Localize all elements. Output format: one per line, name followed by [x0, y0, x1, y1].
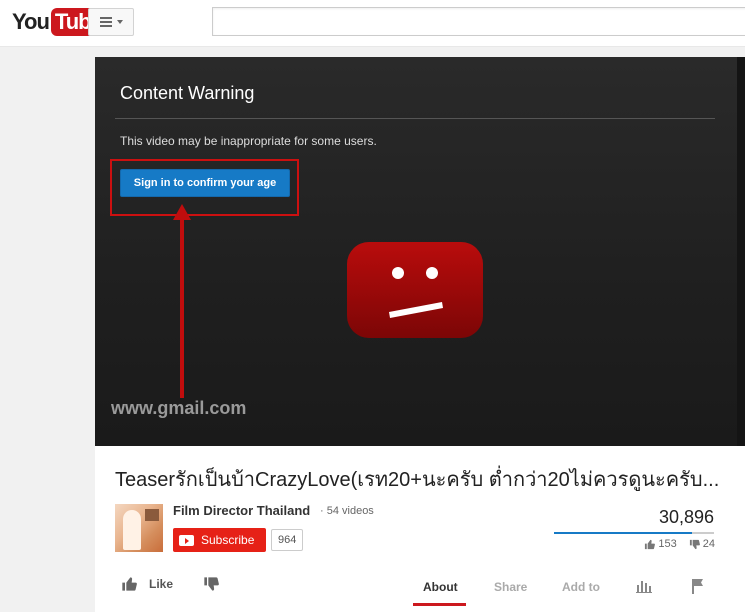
like-label: Like: [149, 577, 174, 591]
thumbs-up-icon: [645, 539, 656, 549]
player-edge: [737, 57, 745, 446]
subscriber-count: 964: [271, 529, 304, 551]
watermark-text: www.gmail.com: [111, 398, 247, 418]
video-title: Teaserรักเป็นบ้าCrazyLove(เรท20+นะครับ ต…: [115, 469, 720, 491]
video-info-card: Teaserรักเป็นบ้าCrazyLove(เรท20+นะครับ ต…: [95, 446, 745, 612]
guide-button[interactable]: [88, 8, 134, 36]
logo-you-text: You: [12, 9, 50, 34]
like-ratio-fill: [554, 532, 693, 534]
content-warning-title: Content Warning: [120, 83, 255, 103]
masthead: You Tube: [0, 0, 745, 47]
tab-about[interactable]: About: [423, 580, 458, 594]
action-bar: Like About Share Add to: [95, 564, 745, 608]
like-button[interactable]: Like: [121, 576, 173, 592]
channel-video-count[interactable]: · 54 videos: [320, 505, 374, 517]
view-count: 30,896: [658, 507, 714, 527]
likes-summary: 153 24: [635, 538, 715, 550]
stats-icon[interactable]: [636, 579, 652, 593]
tab-add-to[interactable]: Add to: [562, 580, 600, 594]
active-tab-indicator: [413, 603, 466, 606]
chevron-down-icon: [116, 20, 123, 24]
thumbs-down-icon: [204, 577, 219, 591]
youtube-play-icon: [179, 534, 194, 546]
channel-avatar[interactable]: [115, 504, 163, 552]
menu-icon: [99, 17, 112, 27]
like-ratio-bar: [554, 532, 714, 534]
subscribe-button[interactable]: Subscribe: [173, 528, 266, 552]
like-count: 153: [658, 538, 677, 550]
subscribe-label: Subscribe: [201, 533, 255, 547]
divider: [115, 118, 715, 119]
thumbs-down-icon: [689, 539, 700, 549]
tab-share[interactable]: Share: [494, 580, 527, 594]
flag-icon[interactable]: [691, 578, 705, 594]
sign-in-confirm-age-button[interactable]: Sign in to confirm your age: [120, 169, 290, 197]
channel-name-link[interactable]: Film Director Thailand: [173, 503, 310, 518]
annotation-arrow-icon: [173, 204, 191, 398]
dislike-count: 24: [702, 538, 715, 550]
content-warning-text: This video may be inappropriate for some…: [120, 134, 377, 148]
video-player: Content Warning This video may be inappr…: [95, 57, 745, 446]
sad-tv-icon: [347, 242, 483, 338]
thumbs-up-icon: [122, 577, 137, 591]
dislike-button[interactable]: [203, 576, 219, 597]
search-input[interactable]: [212, 7, 745, 36]
